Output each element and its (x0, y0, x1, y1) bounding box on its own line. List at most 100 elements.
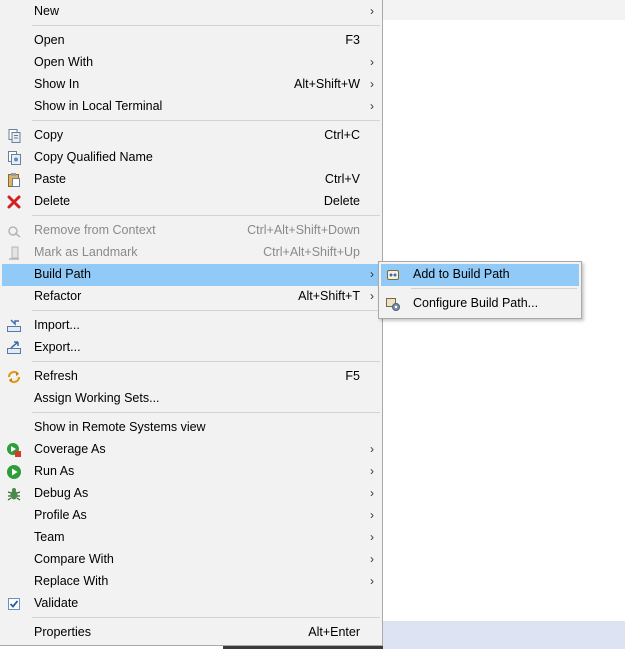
configure-build-path-icon (385, 296, 401, 312)
copy-qualified-name-icon (6, 150, 22, 166)
menu-item-shortcut: F3 (345, 33, 360, 47)
refresh-icon (6, 369, 22, 385)
chevron-right-icon: › (370, 464, 374, 478)
menu-item-import[interactable]: Import... (2, 315, 380, 337)
menu-item-label: Debug As (34, 486, 89, 500)
menu-item-shortcut: Ctrl+C (324, 128, 360, 142)
menu-item-shortcut: F5 (345, 369, 360, 383)
menu-item-label: New (34, 4, 60, 18)
menu-item-shortcut: Delete (323, 194, 360, 208)
menu-item-shortcut: Ctrl+Alt+Shift+Down (247, 223, 360, 237)
menu-item-label: Show in Local Terminal (34, 99, 163, 113)
chevron-right-icon: › (370, 267, 374, 281)
menu-item-label: Delete (34, 194, 71, 208)
menu-item-label: Remove from Context (34, 223, 156, 237)
menu-item-assign-working-sets[interactable]: Assign Working Sets... (2, 388, 380, 410)
menu-item-label: Assign Working Sets... (34, 391, 160, 405)
menu-item-label: Profile As (34, 508, 87, 522)
menu-item-mark-as-landmark[interactable]: Mark as Landmark Ctrl+Alt+Shift+Up (2, 242, 380, 264)
menu-item-coverage-as[interactable]: Coverage As › (2, 439, 380, 461)
menu-item-team[interactable]: Team › (2, 527, 380, 549)
chevron-right-icon: › (370, 552, 374, 566)
menu-separator (32, 361, 380, 362)
run-icon (6, 464, 22, 480)
menu-item-copy-qualified-name[interactable]: Copy Qualified Name (2, 147, 380, 169)
menu-separator (32, 310, 380, 311)
menu-item-label: Compare With (34, 552, 114, 566)
context-menu: New › Open F3 Open With › Show In Alt+Sh… (0, 0, 383, 646)
menu-item-show-in[interactable]: Show In Alt+Shift+W › (2, 74, 380, 96)
menu-item-compare-with[interactable]: Compare With › (2, 549, 380, 571)
menu-item-delete[interactable]: Delete Delete (2, 191, 380, 213)
editor-background-top (383, 0, 625, 20)
chevron-right-icon: › (370, 574, 374, 588)
menu-item-label: Replace With (34, 574, 109, 588)
menu-item-properties[interactable]: Properties Alt+Enter (2, 622, 380, 644)
import-icon (6, 318, 22, 334)
chevron-right-icon: › (370, 4, 374, 18)
menu-item-shortcut: Ctrl+Alt+Shift+Up (263, 245, 360, 259)
menu-item-debug-as[interactable]: Debug As › (2, 483, 380, 505)
menu-item-label: Refactor (34, 289, 82, 303)
menu-separator (32, 617, 380, 618)
submenu-item-label: Configure Build Path... (413, 296, 539, 310)
menu-item-label: Properties (34, 625, 91, 639)
chevron-right-icon: › (370, 508, 374, 522)
remove-from-context-icon (6, 223, 22, 239)
validate-checkbox-icon (6, 596, 22, 612)
menu-item-validate[interactable]: Validate (2, 593, 380, 615)
submenu-item-label: Add to Build Path (413, 267, 510, 281)
menu-item-export[interactable]: Export... (2, 337, 380, 359)
debug-icon (6, 486, 22, 502)
menu-item-label: Show In (34, 77, 80, 91)
menu-item-run-as[interactable]: Run As › (2, 461, 380, 483)
menu-separator (32, 120, 380, 121)
menu-item-label: Run As (34, 464, 75, 478)
landmark-icon (6, 245, 22, 261)
build-path-submenu: Add to Build Path Configure Build Path..… (378, 261, 582, 319)
chevron-right-icon: › (370, 530, 374, 544)
menu-item-profile-as[interactable]: Profile As › (2, 505, 380, 527)
menu-item-shortcut: Alt+Shift+T (298, 289, 360, 303)
chevron-right-icon: › (370, 55, 374, 69)
menu-item-label: Build Path (34, 267, 91, 281)
menu-item-label: Refresh (34, 369, 78, 383)
menu-item-label: Import... (34, 318, 80, 332)
menu-item-replace-with[interactable]: Replace With › (2, 571, 380, 593)
menu-item-shortcut: Ctrl+V (324, 172, 360, 186)
menu-item-open[interactable]: Open F3 (2, 30, 380, 52)
menu-item-label: Export... (34, 340, 81, 354)
menu-item-show-in-remote-systems[interactable]: Show in Remote Systems view (2, 417, 380, 439)
menu-item-label: Team (34, 530, 65, 544)
menu-item-new[interactable]: New › (2, 1, 380, 23)
menu-item-show-in-local-terminal[interactable]: Show in Local Terminal › (2, 96, 380, 118)
menu-item-paste[interactable]: Paste Ctrl+V (2, 169, 380, 191)
menu-separator (32, 215, 380, 216)
menu-item-label: Copy (34, 128, 64, 142)
menu-item-open-with[interactable]: Open With › (2, 52, 380, 74)
menu-item-copy[interactable]: Copy Ctrl+C (2, 125, 380, 147)
chevron-right-icon: › (370, 77, 374, 91)
menu-item-refactor[interactable]: Refactor Alt+Shift+T › (2, 286, 380, 308)
submenu-item-configure-build-path[interactable]: Configure Build Path... (381, 293, 579, 315)
menu-item-label: Show in Remote Systems view (34, 420, 206, 434)
chevron-right-icon: › (370, 99, 374, 113)
delete-icon (6, 194, 22, 210)
menu-separator (411, 288, 577, 289)
coverage-icon (6, 442, 22, 458)
menu-item-label: Paste (34, 172, 66, 186)
submenu-item-add-to-build-path[interactable]: Add to Build Path (381, 264, 579, 286)
menu-item-shortcut: Alt+Shift+W (294, 77, 360, 91)
menu-item-refresh[interactable]: Refresh F5 (2, 366, 380, 388)
menu-item-label: Open (34, 33, 65, 47)
menu-item-remove-from-context[interactable]: Remove from Context Ctrl+Alt+Shift+Down (2, 220, 380, 242)
menu-item-label: Copy Qualified Name (34, 150, 153, 164)
menu-item-label: Validate (34, 596, 79, 610)
export-icon (6, 340, 22, 356)
menu-separator (32, 412, 380, 413)
menu-item-label: Open With (34, 55, 94, 69)
chevron-right-icon: › (370, 442, 374, 456)
menu-item-label: Mark as Landmark (34, 245, 138, 259)
menu-item-build-path[interactable]: Build Path › (2, 264, 380, 286)
add-to-build-path-icon (385, 267, 401, 283)
